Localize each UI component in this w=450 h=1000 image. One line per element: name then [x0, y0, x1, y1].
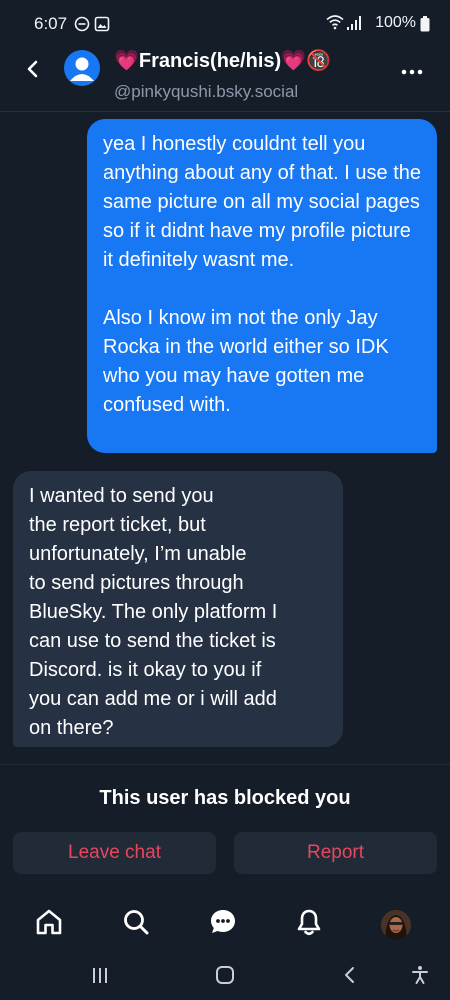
contact-avatar[interactable]	[64, 50, 100, 86]
gallery-icon	[94, 16, 110, 37]
back-button[interactable]	[20, 56, 46, 82]
more-dots-icon	[401, 69, 423, 75]
accessibility-icon[interactable]	[410, 965, 430, 990]
wifi-icon	[326, 14, 344, 35]
recent-apps-icon[interactable]	[90, 965, 110, 990]
report-button[interactable]: Report	[234, 832, 437, 874]
do-not-disturb-icon	[74, 16, 90, 37]
chat-icon[interactable]	[208, 907, 238, 937]
leave-chat-button[interactable]: Leave chat	[13, 832, 216, 874]
status-bar: 6:07 100%	[0, 0, 450, 46]
chat-screen: 6:07 100% 💗Francis(he/his)💗🔞 @pinkyqushi…	[0, 0, 450, 1000]
blocked-notice: This user has blocked you	[99, 787, 351, 809]
battery-level: 100%	[375, 14, 416, 31]
more-options-button[interactable]	[399, 62, 425, 82]
battery-icon	[420, 16, 430, 37]
bottom-navigation	[0, 895, 450, 955]
default-avatar-icon	[70, 57, 94, 81]
sent-message-text: yea I honestly couldnt tell you anything…	[103, 133, 422, 416]
profile-avatar[interactable]	[381, 910, 411, 940]
home-button-icon[interactable]	[214, 965, 236, 990]
chat-header: 💗Francis(he/his)💗🔞 @pinkyqushi.bsky.soci…	[0, 46, 450, 112]
status-time: 6:07	[34, 14, 68, 33]
composer-divider	[0, 764, 450, 765]
sent-message-bubble[interactable]: yea I honestly couldnt tell you anything…	[87, 119, 437, 453]
contact-name[interactable]: 💗Francis(he/his)💗🔞	[114, 48, 331, 73]
signal-icon	[346, 15, 362, 36]
system-navigation	[0, 955, 450, 1000]
back-icon[interactable]	[340, 965, 360, 990]
search-icon[interactable]	[121, 907, 151, 937]
received-message-text: I wanted to send you the report ticket, …	[29, 485, 278, 739]
contact-handle: @pinkyqushi.bsky.social	[114, 82, 299, 101]
chevron-left-icon	[27, 60, 38, 78]
home-icon[interactable]	[34, 907, 64, 937]
notifications-icon[interactable]	[294, 907, 324, 937]
received-message-bubble[interactable]: I wanted to send you the report ticket, …	[13, 471, 343, 747]
